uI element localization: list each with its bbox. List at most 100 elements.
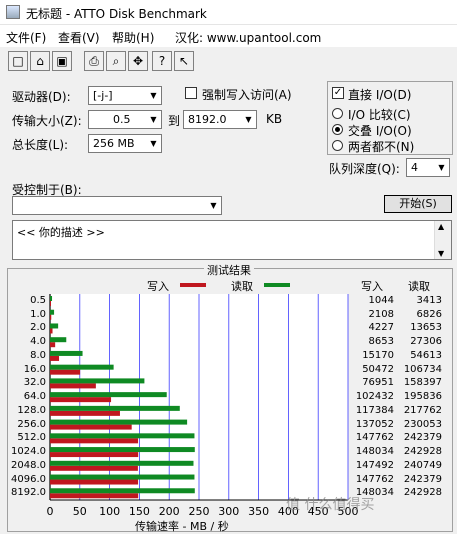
app-icon (6, 5, 20, 19)
write-value: 117384 (355, 405, 394, 416)
transfer-from-select[interactable]: 0.5 ▼ (88, 110, 162, 129)
write-value: 15170 (362, 350, 394, 361)
menu-view[interactable]: 查看(V) (58, 29, 100, 46)
chevron-down-icon: ▼ (146, 111, 161, 128)
chevron-down-icon: ▼ (206, 197, 221, 214)
write-value: 76951 (362, 377, 394, 388)
move-icon[interactable]: ✥ (128, 51, 148, 71)
description-text: << 你的描述 >> (17, 226, 105, 239)
transfer-size-row-label: 16.0 (23, 364, 46, 375)
total-length-label: 总长度(L): (12, 138, 69, 152)
read-value: 230053 (403, 419, 442, 430)
chevron-down-icon: ▼ (241, 111, 256, 128)
transfer-size-row-label: 2.0 (30, 322, 46, 333)
read-value: 240749 (403, 460, 442, 471)
new-icon[interactable]: □ (8, 51, 28, 71)
toolbar: □ ⌂ ▣ ⎙ ⌕ ✥ ? ↖ (0, 48, 457, 76)
neither-label: 两者都不(N) (348, 140, 415, 154)
chevron-down-icon: ▼ (146, 135, 161, 152)
write-value: 50472 (362, 364, 394, 375)
chevron-down-icon: ▼ (434, 159, 449, 176)
help-icon[interactable]: ? (152, 51, 172, 71)
column-write-header: 写入 (361, 280, 383, 293)
transfer-size-label: 传输大小(Z): (12, 114, 82, 128)
legend-read-label: 读取 (231, 280, 253, 293)
queue-depth-select[interactable]: 4 ▼ (406, 158, 450, 177)
io-compare-label: I/O 比较(C) (348, 108, 411, 122)
title-bar: 无标题 - ATTO Disk Benchmark (0, 0, 457, 25)
transfer-size-row-label: 2048.0 (11, 460, 46, 471)
write-value: 147762 (355, 432, 394, 443)
drive-select[interactable]: [-j-] ▼ (88, 86, 162, 105)
transfer-size-row-label: 1.0 (30, 309, 46, 320)
force-write-label: 强制写入访问(A) (202, 88, 292, 102)
legend-read-swatch (264, 283, 290, 287)
print-icon[interactable]: ⎙ (84, 51, 104, 71)
transfer-to-select[interactable]: 8192.0 ▼ (183, 110, 257, 129)
direct-io-checkbox[interactable]: ✓ (332, 87, 344, 99)
chevron-up-icon[interactable]: ▲ (438, 222, 444, 231)
menu-sinicize[interactable]: 汉化: www.upantool.com (175, 29, 321, 46)
transfer-size-row-label: 512.0 (17, 432, 46, 443)
write-value: 137052 (355, 419, 394, 430)
read-value: 242928 (403, 446, 442, 457)
write-value: 2108 (368, 309, 394, 320)
transfer-size-row-label: 1024.0 (11, 446, 46, 457)
io-compare-radio[interactable] (332, 108, 343, 119)
column-read-header: 读取 (408, 280, 430, 293)
context-help-icon[interactable]: ↖ (174, 51, 194, 71)
write-value: 8653 (368, 336, 394, 347)
read-value: 242928 (403, 487, 442, 498)
results-title: 测试结果 (204, 262, 254, 278)
read-value: 106734 (403, 364, 442, 375)
print-preview-icon[interactable]: ⌕ (106, 51, 126, 71)
transfer-size-row-label: 4096.0 (11, 474, 46, 485)
open-icon[interactable]: ⌂ (30, 51, 50, 71)
transfer-size-row-label: 8.0 (30, 350, 46, 361)
chevron-down-icon: ▼ (146, 87, 161, 104)
overlapped-io-radio[interactable] (332, 124, 343, 135)
controlled-by-select[interactable]: ▼ (12, 196, 222, 215)
read-value: 217762 (403, 405, 442, 416)
read-value: 242379 (403, 432, 442, 443)
read-value: 6826 (416, 309, 442, 320)
start-button[interactable]: 开始(S) (384, 195, 452, 213)
force-write-checkbox[interactable] (185, 87, 197, 99)
write-value: 4227 (368, 322, 394, 333)
menu-help[interactable]: 帮助(H) (112, 29, 154, 46)
write-value: 1044 (368, 295, 394, 306)
transfer-size-row-label: 128.0 (17, 405, 46, 416)
save-icon[interactable]: ▣ (52, 51, 72, 71)
read-value: 54613 (410, 350, 442, 361)
transfer-size-row-label: 4.0 (30, 336, 46, 347)
transfer-size-row-label: 64.0 (23, 391, 46, 402)
total-length-select[interactable]: 256 MB ▼ (88, 134, 162, 153)
drive-label: 驱动器(D): (12, 90, 71, 104)
overlapped-io-label: 交叠 I/O(O) (348, 124, 412, 138)
x-axis-title: 传输速率 - MB / 秒 (135, 520, 229, 533)
to-label: 到 (168, 114, 181, 128)
window-title: 无标题 - ATTO Disk Benchmark (26, 7, 207, 21)
chevron-down-icon[interactable]: ▼ (438, 249, 444, 258)
legend-write-label: 写入 (147, 280, 169, 293)
menu-bar: 文件(F) 查看(V) 帮助(H) 汉化: www.upantool.com (0, 25, 457, 47)
write-value: 147492 (355, 460, 394, 471)
description-field[interactable]: << 你的描述 >> ▲ ▼ (12, 220, 452, 260)
description-scrollbar[interactable]: ▲ ▼ (434, 221, 451, 259)
write-value: 148034 (355, 446, 394, 457)
read-value: 242379 (403, 474, 442, 485)
kb-label: KB (266, 112, 283, 126)
read-value: 195836 (403, 391, 442, 402)
menu-file[interactable]: 文件(F) (6, 29, 46, 46)
watermark: 值 什么值得买 (286, 497, 375, 513)
read-value: 13653 (410, 322, 442, 333)
read-value: 158397 (403, 377, 442, 388)
write-value: 102432 (355, 391, 394, 402)
transfer-size-row-label: 32.0 (23, 377, 46, 388)
transfer-size-row-label: 8192.0 (11, 487, 46, 498)
write-value: 147762 (355, 474, 394, 485)
neither-radio[interactable] (332, 140, 343, 151)
transfer-size-row-label: 0.5 (30, 295, 46, 306)
read-value: 27306 (410, 336, 442, 347)
transfer-size-row-label: 256.0 (17, 419, 46, 430)
